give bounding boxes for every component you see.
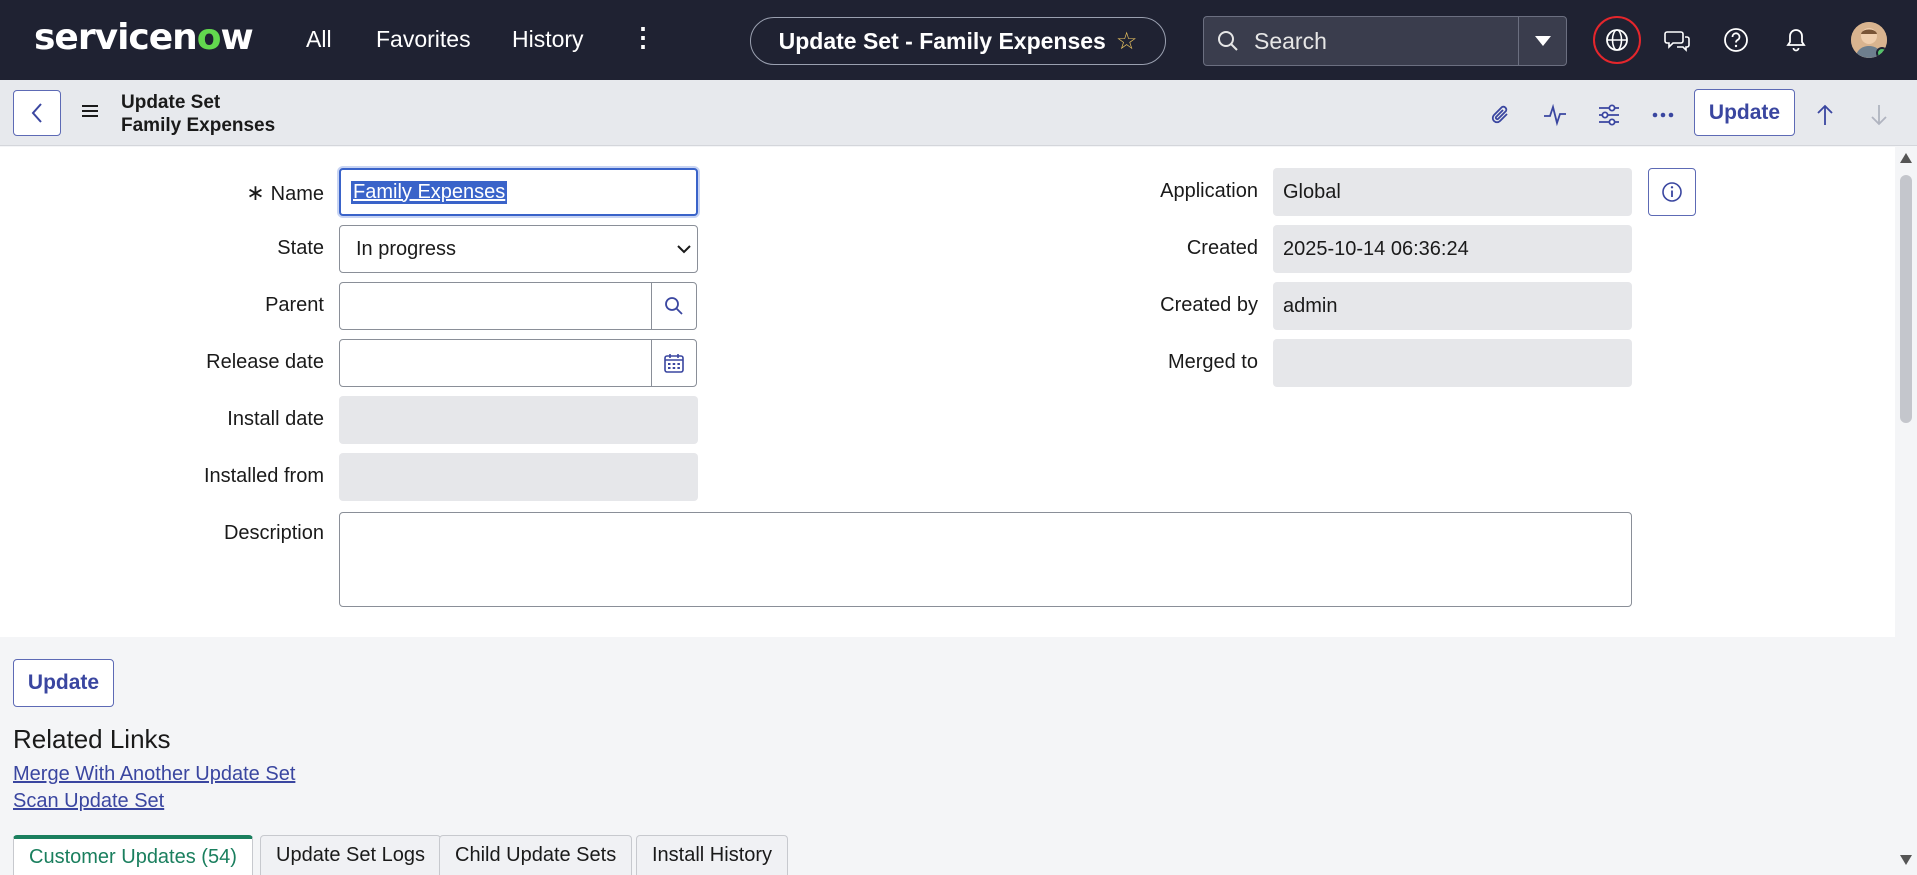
installed-from-label: Installed from — [203, 465, 324, 487]
globe-icon[interactable] — [1593, 16, 1641, 64]
application-field: Global — [1273, 168, 1632, 216]
related-links-title: Related Links — [13, 724, 171, 754]
release-date-input[interactable] — [339, 339, 652, 387]
install-date-label: Install date — [227, 408, 324, 430]
context-title: Update Set - Family Expenses — [778, 27, 1106, 54]
name-value: Family Expenses — [351, 180, 508, 204]
nav-history[interactable]: History — [512, 26, 584, 53]
update-set-form: ∗ Name Family Expenses State In progress … — [0, 147, 1895, 637]
global-search[interactable]: Search — [1203, 16, 1567, 66]
tab-install-history[interactable]: Install History — [636, 835, 789, 875]
more-menu-icon[interactable]: ⋮ — [630, 22, 656, 53]
created-field: 2025-10-14 06:36:24 — [1273, 225, 1632, 273]
name-label: ∗ Name — [246, 180, 324, 205]
scan-update-set-link[interactable]: Scan Update Set — [13, 790, 164, 813]
tab-child-update-sets[interactable]: Child Update Sets — [439, 835, 633, 875]
nav-all[interactable]: All — [306, 26, 332, 53]
release-date-picker-button[interactable] — [651, 339, 697, 387]
bell-icon[interactable] — [1776, 20, 1816, 60]
search-icon — [665, 297, 683, 315]
merged-to-label: Merged to — [1167, 351, 1258, 373]
state-value: In progress — [356, 237, 457, 260]
application-label: Application — [1160, 180, 1258, 202]
calendar-icon — [664, 354, 684, 373]
info-icon — [1662, 182, 1682, 202]
caret-down-icon — [1534, 36, 1551, 46]
parent-label: Parent — [265, 294, 324, 316]
record-title: Update Set Family Expenses — [121, 91, 275, 137]
state-select[interactable]: In progress — [339, 225, 698, 273]
state-label: State — [277, 237, 324, 259]
online-status-dot — [1876, 47, 1887, 58]
top-navigation-bar: servicenow All Favorites History ⋮ Updat… — [0, 0, 1917, 80]
context-title-pill[interactable]: Update Set - Family Expenses ☆ — [750, 17, 1166, 65]
install-date-field — [339, 396, 698, 444]
installed-from-field — [339, 453, 698, 501]
next-record-icon[interactable] — [1866, 102, 1892, 128]
back-button[interactable] — [13, 90, 61, 136]
star-icon[interactable]: ☆ — [1116, 27, 1138, 56]
record-name: Family Expenses — [121, 115, 276, 136]
nav-favorites[interactable]: Favorites — [376, 26, 471, 53]
update-button[interactable]: Update — [13, 659, 114, 707]
name-field[interactable]: Family Expenses — [339, 168, 698, 216]
chevron-left-icon — [31, 103, 42, 123]
tab-customer-updates[interactable]: Customer Updates (54) — [13, 835, 253, 875]
chevron-down-icon — [677, 244, 691, 253]
help-icon[interactable] — [1716, 20, 1756, 60]
merged-to-field — [1273, 339, 1632, 387]
tab-update-set-logs[interactable]: Update Set Logs — [260, 835, 441, 875]
description-textarea[interactable] — [339, 512, 1632, 607]
record-type: Update Set — [121, 92, 221, 113]
form-header: Update Set Family Expenses Update — [0, 80, 1917, 146]
attachment-icon[interactable] — [1488, 102, 1514, 128]
parent-lookup-button[interactable] — [651, 282, 697, 330]
merge-update-set-link[interactable]: Merge With Another Update Set — [13, 763, 295, 786]
update-button-header[interactable]: Update — [1694, 89, 1795, 136]
release-date-label: Release date — [206, 351, 324, 373]
scroll-up-icon[interactable] — [1900, 153, 1912, 163]
activity-icon[interactable] — [1542, 102, 1568, 128]
description-label: Description — [223, 522, 324, 544]
scrollbar-thumb[interactable] — [1900, 175, 1912, 423]
previous-record-icon[interactable] — [1812, 102, 1838, 128]
context-menu-icon[interactable] — [80, 102, 100, 125]
parent-input[interactable] — [339, 282, 652, 330]
application-info-button[interactable] — [1648, 168, 1696, 216]
created-by-label: Created by — [1160, 294, 1258, 316]
mandatory-icon: ∗ — [246, 180, 265, 205]
search-input[interactable]: Search — [1254, 28, 1327, 55]
created-label: Created — [1186, 237, 1258, 259]
servicenow-logo[interactable]: servicenow — [34, 17, 254, 58]
scroll-down-icon[interactable] — [1900, 855, 1912, 865]
more-actions-icon[interactable] — [1650, 102, 1676, 128]
chat-icon[interactable] — [1657, 20, 1697, 60]
search-scope-dropdown[interactable] — [1518, 17, 1566, 65]
user-avatar[interactable] — [1851, 22, 1887, 58]
created-by-field: admin — [1273, 282, 1632, 330]
page-scrollbar[interactable] — [1895, 147, 1917, 868]
search-icon — [1218, 31, 1238, 51]
personalize-icon[interactable] — [1596, 102, 1622, 128]
